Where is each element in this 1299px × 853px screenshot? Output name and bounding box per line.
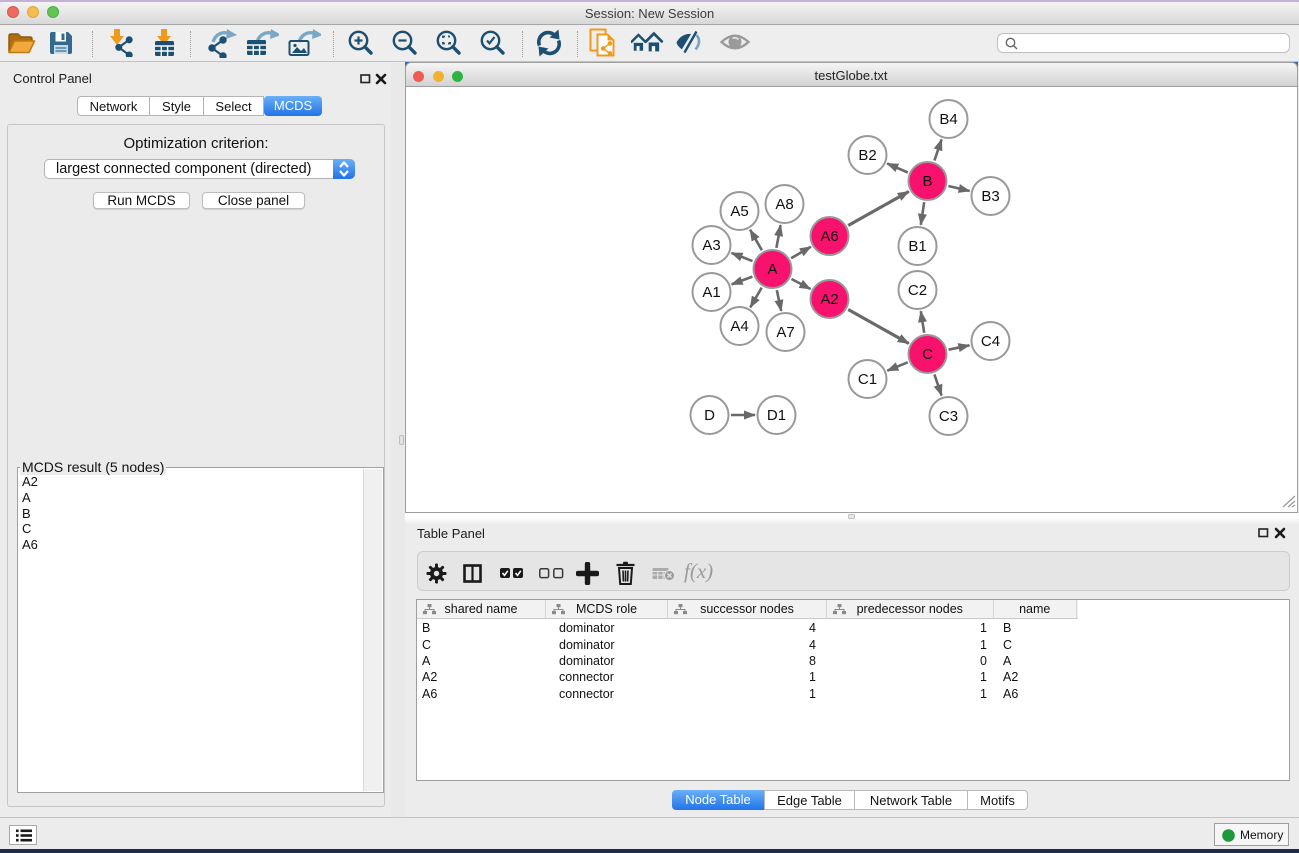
svg-text:A2: A2 (820, 291, 838, 308)
svg-text:A8: A8 (775, 196, 793, 213)
svg-text:A4: A4 (730, 318, 748, 335)
svg-text:A6: A6 (820, 228, 838, 245)
svg-text:B4: B4 (939, 111, 957, 128)
svg-text:C1: C1 (857, 371, 876, 388)
svg-text:A1: A1 (702, 284, 720, 301)
svg-text:C2: C2 (907, 282, 926, 299)
svg-text:C4: C4 (980, 333, 999, 350)
svg-text:B3: B3 (981, 188, 999, 205)
svg-text:B2: B2 (858, 147, 876, 164)
svg-text:D: D (704, 407, 715, 424)
svg-text:B1: B1 (908, 238, 926, 255)
svg-text:A5: A5 (730, 203, 748, 220)
svg-text:D1: D1 (766, 407, 785, 424)
svg-text:A7: A7 (776, 324, 794, 341)
svg-text:C3: C3 (938, 408, 957, 425)
svg-text:A3: A3 (702, 237, 720, 254)
svg-text:B: B (922, 173, 932, 190)
svg-text:C: C (922, 346, 933, 363)
svg-text:A: A (767, 261, 777, 278)
